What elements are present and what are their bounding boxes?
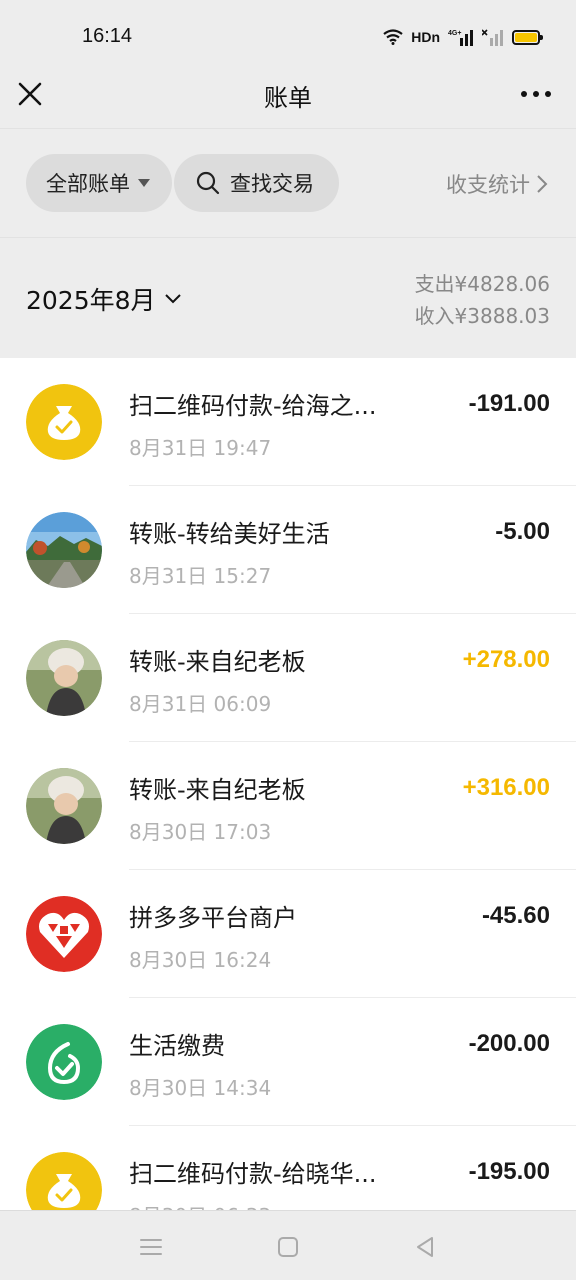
transaction-amount: -195.00 — [468, 1158, 550, 1185]
menu-icon[interactable] — [137, 1233, 165, 1261]
system-nav-bar — [0, 1210, 576, 1280]
transaction-list: 扫二维码付款-给海之... 8月31日 19:47 -191.00 转账-转给美… — [0, 358, 576, 1210]
transaction-amount: -45.60 — [481, 902, 550, 929]
transaction-title: 转账-来自纪老板 — [129, 776, 306, 804]
transaction-time: 8月31日 06:09 — [129, 692, 272, 716]
transaction-row[interactable]: 转账-来自纪老板 8月30日 17:03 +316.00 — [0, 742, 576, 870]
chevron-right-icon — [537, 175, 548, 193]
transaction-title: 扫二维码付款-给海之... — [129, 392, 377, 420]
transaction-time: 8月30日 06:33 — [129, 1200, 271, 1210]
money-bag-icon — [26, 1152, 102, 1210]
all-bills-filter[interactable]: 全部账单 — [26, 154, 172, 212]
wifi-icon — [383, 29, 403, 45]
month-totals: 支出¥4828.06 收入¥3888.03 — [415, 268, 550, 332]
signal-icon: 4G+ — [448, 30, 473, 46]
search-icon — [196, 171, 220, 195]
child-photo-avatar — [26, 640, 102, 716]
transaction-row[interactable]: 转账-来自纪老板 8月31日 06:09 +278.00 — [0, 614, 576, 742]
filter-bar: 全部账单 查找交易 收支统计 — [0, 128, 576, 238]
month-selector[interactable]: 2025年8月 — [26, 281, 182, 317]
back-icon[interactable] — [411, 1233, 439, 1261]
transaction-title: 拼多多平台商户 — [129, 904, 297, 932]
transaction-time: 8月30日 17:03 — [129, 820, 272, 844]
month-income: 收入¥3888.03 — [414, 304, 550, 328]
all-bills-label: 全部账单 — [46, 172, 130, 196]
more-icon[interactable] — [518, 80, 554, 108]
utility-payment-icon — [26, 1024, 102, 1100]
transaction-time: 8月31日 19:47 — [129, 436, 272, 460]
transaction-time: 8月31日 15:27 — [129, 564, 272, 588]
child-photo-avatar — [26, 768, 102, 844]
transaction-amount: +278.00 — [462, 646, 550, 673]
pinduoduo-logo — [26, 896, 102, 972]
transaction-time: 8月30日 14:34 — [129, 1076, 272, 1100]
page-title: 账单 — [264, 84, 312, 112]
transaction-title: 生活缴费 — [129, 1032, 225, 1060]
transaction-row[interactable]: 生活缴费 8月30日 14:34 -200.00 — [0, 998, 576, 1126]
stats-link[interactable]: 收支统计 — [446, 169, 548, 199]
transaction-time: 8月30日 16:24 — [129, 948, 272, 972]
dropdown-triangle-icon — [138, 179, 150, 187]
transaction-row[interactable]: 拼多多平台商户 8月30日 16:24 -45.60 — [0, 870, 576, 998]
search-transactions-button[interactable]: 查找交易 — [174, 154, 339, 212]
transaction-title: 转账-来自纪老板 — [129, 648, 306, 676]
status-bar: 16:14 HDn 4G+ — [0, 0, 576, 64]
home-icon[interactable] — [274, 1233, 302, 1261]
transaction-amount: -191.00 — [468, 390, 550, 417]
network-label: HDn — [411, 29, 440, 45]
transaction-amount: +316.00 — [462, 774, 550, 801]
signal-label: 4G+ — [448, 30, 461, 37]
month-summary: 2025年8月 支出¥4828.06 收入¥3888.03 — [0, 238, 576, 358]
transaction-amount: -200.00 — [468, 1030, 550, 1057]
search-label: 查找交易 — [230, 172, 314, 196]
nav-bar: 账单 — [0, 64, 576, 128]
month-label: 2025年8月 — [26, 286, 156, 315]
transaction-title: 转账-转给美好生活 — [129, 520, 330, 548]
chevron-down-icon — [164, 294, 181, 304]
status-time: 16:14 — [82, 25, 133, 47]
transaction-row[interactable]: 扫二维码付款-给晓华... 8月30日 06:33 -195.00 — [0, 1126, 576, 1210]
transaction-title: 扫二维码付款-给晓华... — [129, 1160, 377, 1188]
transaction-row[interactable]: 扫二维码付款-给海之... 8月31日 19:47 -191.00 — [0, 358, 576, 486]
month-expense: 支出¥4828.06 — [414, 272, 550, 296]
stats-label: 收支统计 — [446, 173, 530, 197]
signal-icon-2 — [482, 29, 503, 46]
transaction-row[interactable]: 转账-转给美好生活 8月31日 15:27 -5.00 — [0, 486, 576, 614]
transaction-amount: -5.00 — [495, 518, 550, 545]
landscape-photo-avatar — [26, 512, 102, 588]
money-bag-icon — [26, 384, 102, 460]
battery-icon — [512, 29, 543, 45]
status-icons: HDn 4G+ — [383, 26, 543, 48]
